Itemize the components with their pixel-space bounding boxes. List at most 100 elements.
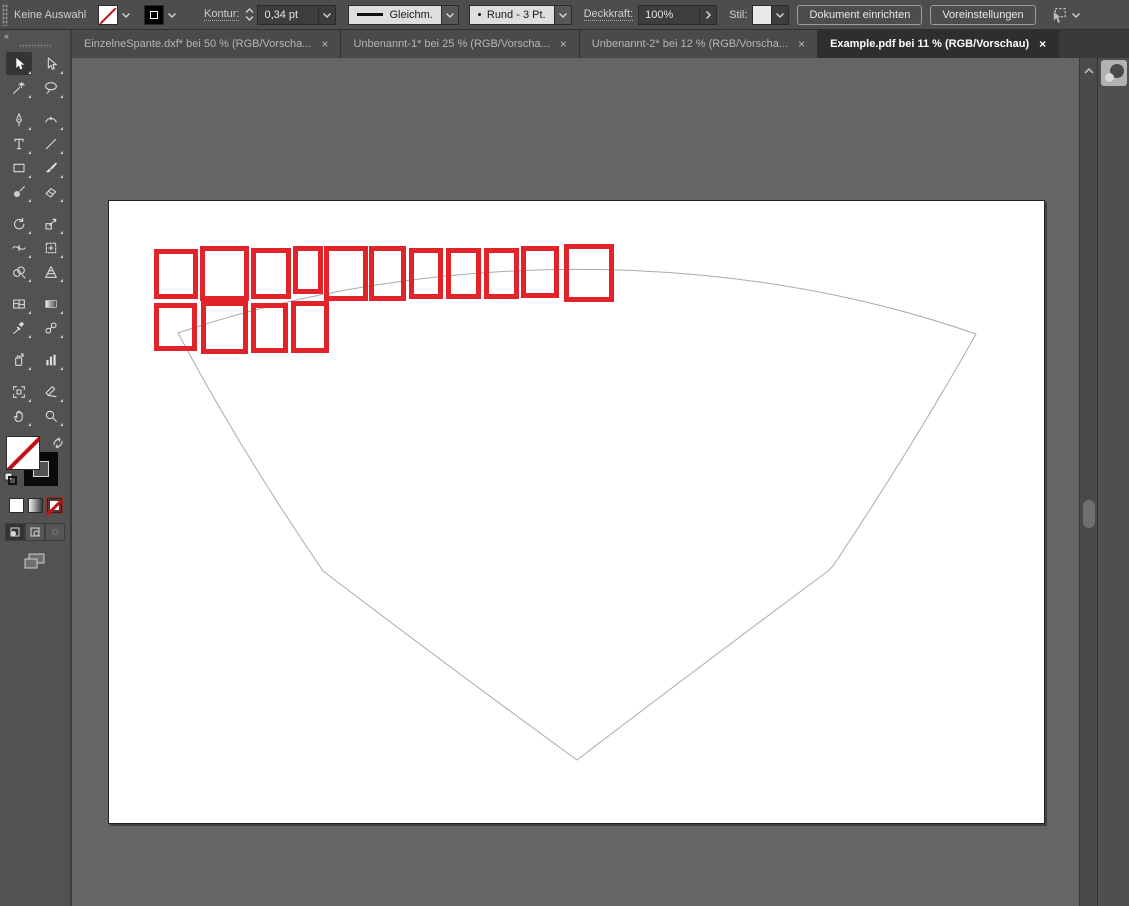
perspective-grid-tool-icon	[45, 265, 57, 278]
free-transform-tool[interactable]	[38, 236, 64, 259]
artboard-tool[interactable]	[6, 380, 32, 403]
none-button[interactable]	[45, 497, 63, 516]
screen-mode-icon[interactable]	[0, 553, 70, 569]
document-setup-button[interactable]: Dokument einrichten	[797, 4, 923, 25]
color-button[interactable]	[8, 498, 24, 513]
fill-proxy-swatch[interactable]	[6, 436, 40, 470]
red-rectangle-6[interactable]	[369, 246, 406, 301]
width-tool[interactable]	[6, 236, 32, 259]
control-bar-grip[interactable]	[2, 3, 8, 26]
draw-behind-button[interactable]	[25, 523, 45, 541]
paintbrush-tool[interactable]	[38, 156, 64, 179]
direct-selection-tool[interactable]	[38, 52, 64, 75]
red-rectangle-10[interactable]	[521, 246, 559, 298]
scrollbar-thumb[interactable]	[1083, 500, 1095, 528]
document-tab-2[interactable]: Unbenannt-1* bei 25 % (RGB/Vorscha... ×	[341, 30, 580, 58]
close-tab-icon[interactable]: ×	[321, 38, 328, 50]
scale-tool[interactable]	[38, 212, 64, 235]
select-similar-chevron-down-icon[interactable]	[1068, 5, 1084, 25]
collapse-panel-icon[interactable]: «	[4, 31, 9, 41]
type-tool[interactable]	[6, 132, 32, 155]
red-rectangle-1[interactable]	[154, 249, 198, 299]
document-tab-3[interactable]: Unbenannt-2* bei 12 % (RGB/Vorscha... ×	[579, 30, 819, 58]
free-transform-tool-icon	[45, 242, 57, 253]
opacity-chevron-right-icon[interactable]	[700, 4, 718, 25]
red-rectangle-11[interactable]	[564, 244, 614, 302]
draw-normal-button[interactable]	[5, 523, 25, 541]
red-rectangle-9[interactable]	[484, 248, 519, 299]
gradient-button[interactable]	[27, 498, 43, 513]
tool-flyout-indicator	[60, 367, 63, 370]
column-graph-tool[interactable]	[38, 348, 64, 371]
shaper-tool[interactable]	[6, 180, 32, 203]
fill-color-dropdown-chevron-down-icon[interactable]	[118, 5, 134, 25]
stroke-profile-select[interactable]: Gleichm.	[348, 4, 442, 25]
close-tab-icon[interactable]: ×	[560, 38, 567, 50]
magic-wand-tool[interactable]	[6, 76, 32, 99]
symbol-sprayer-tool[interactable]	[6, 348, 32, 371]
red-rectangle-7[interactable]	[409, 248, 443, 299]
stroke-profile-chevron-down-icon[interactable]	[441, 4, 459, 25]
slice-tool[interactable]	[38, 380, 64, 403]
hand-tool[interactable]	[6, 404, 32, 427]
red-rectangle-13[interactable]	[201, 301, 248, 354]
tools-panel-grip[interactable]	[19, 44, 51, 48]
red-rectangle-5[interactable]	[324, 246, 368, 301]
red-rectangle-12[interactable]	[154, 303, 197, 351]
red-rectangle-14[interactable]	[251, 303, 288, 353]
red-rectangle-4[interactable]	[293, 246, 323, 294]
eraser-tool[interactable]	[38, 180, 64, 203]
select-similar-icon[interactable]	[1048, 6, 1068, 24]
fill-color-swatch[interactable]	[98, 4, 118, 25]
brush-chevron-down-icon[interactable]	[554, 4, 572, 25]
red-rectangle-2[interactable]	[200, 246, 249, 301]
style-chevron-down-icon[interactable]	[772, 4, 790, 25]
red-rectangle-3[interactable]	[251, 248, 291, 299]
opacity-input[interactable]: 100%	[638, 4, 701, 25]
stroke-weight-dropdown-chevron-down-icon[interactable]	[319, 4, 337, 25]
draw-inside-button[interactable]	[45, 523, 65, 541]
lasso-tool[interactable]	[38, 76, 64, 99]
curvature-tool[interactable]	[38, 108, 64, 131]
stroke-color-dropdown-chevron-down-icon[interactable]	[164, 5, 180, 25]
style-label: Stil:	[729, 8, 748, 21]
tool-flyout-indicator	[28, 199, 31, 202]
opacity-label[interactable]: Deckkraft:	[583, 8, 634, 21]
line-segment-tool[interactable]	[38, 132, 64, 155]
eyedropper-tool[interactable]	[6, 316, 32, 339]
rotate-tool[interactable]	[6, 212, 32, 235]
preferences-button[interactable]: Voreinstellungen	[930, 4, 1036, 25]
perspective-grid-tool[interactable]	[38, 260, 64, 283]
blend-tool[interactable]	[38, 316, 64, 339]
close-tab-icon[interactable]: ×	[798, 38, 805, 50]
fill-stroke-proxy[interactable]	[4, 436, 66, 492]
red-rectangle-8[interactable]	[446, 248, 481, 299]
zoom-tool[interactable]	[38, 404, 64, 427]
selection-tool[interactable]	[6, 52, 32, 75]
mesh-tool[interactable]	[6, 292, 32, 315]
gradient-tool[interactable]	[38, 292, 64, 315]
stroke-weight-input[interactable]: 0,34 pt	[257, 4, 320, 25]
stroke-weight-label[interactable]: Kontur:	[204, 8, 240, 21]
tool-flyout-indicator	[28, 175, 31, 178]
brush-select[interactable]: Rund - 3 Pt.	[468, 4, 555, 25]
style-swatch[interactable]	[752, 4, 773, 25]
illustrator-window: Keine Auswahl Kontur: 0,34 pt Gleichm. R…	[0, 0, 1129, 906]
scroll-up-icon[interactable]	[1083, 62, 1095, 80]
close-tab-icon[interactable]: ×	[1039, 38, 1046, 50]
red-rectangle-15[interactable]	[291, 301, 329, 353]
default-fill-stroke-icon[interactable]	[4, 472, 17, 490]
rectangle-tool[interactable]	[6, 156, 32, 179]
pen-tool[interactable]	[6, 108, 32, 131]
shape-builder-tool[interactable]	[6, 260, 32, 283]
stroke-color-swatch[interactable]	[144, 4, 164, 25]
canvas-pasteboard[interactable]	[72, 58, 1079, 906]
tool-flyout-indicator	[28, 399, 31, 402]
document-tab-4[interactable]: Example.pdf bei 11 % (RGB/Vorschau) ×	[818, 30, 1060, 58]
tool-flyout-indicator	[60, 335, 63, 338]
stroke-weight-stepper[interactable]	[245, 8, 254, 21]
vertical-scrollbar[interactable]	[1079, 58, 1097, 906]
document-tab-1[interactable]: EinzelneSpante.dxf* bei 50 % (RGB/Vorsch…	[72, 30, 342, 58]
artboard[interactable]	[108, 200, 1045, 824]
dock-panel-icon[interactable]	[1101, 60, 1127, 86]
